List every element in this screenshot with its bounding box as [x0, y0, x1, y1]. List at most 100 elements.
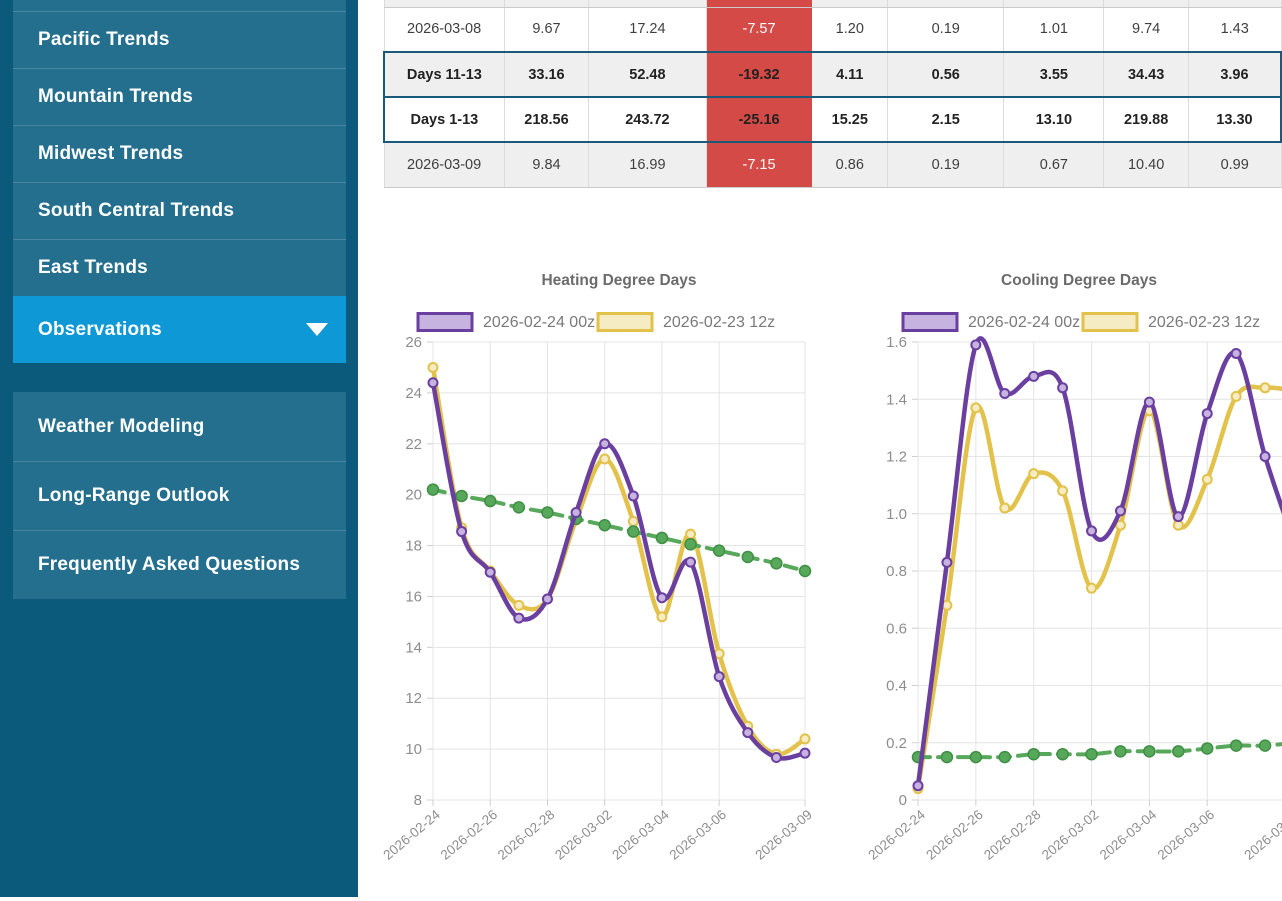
data-point-marker	[543, 594, 552, 603]
table-row: Days 11-1333.1652.48-19.324.110.563.5534…	[384, 52, 1281, 97]
data-point-marker	[742, 552, 753, 563]
data-point-marker	[1174, 512, 1183, 521]
data-point-marker	[485, 496, 496, 507]
data-point-marker	[429, 378, 438, 387]
legend-item[interactable]: 2026-02-24 00z	[903, 314, 1080, 332]
data-point-marker	[456, 490, 467, 501]
value-cell: 0.19	[888, 142, 1004, 187]
value-cell: 219.88	[1104, 97, 1189, 142]
data-point-marker	[715, 672, 724, 681]
value-cell: 1.01	[1004, 7, 1104, 52]
y-axis-tick-label: 0.6	[886, 620, 907, 637]
data-point-marker	[572, 508, 581, 517]
y-axis-tick-label: 1.2	[886, 449, 907, 466]
sidebar-item-frequently-asked-questions[interactable]: Frequently Asked Questions	[13, 530, 346, 599]
sidebar-item-observations[interactable]: Observations	[13, 296, 346, 363]
sidebar-item-label: Pacific Trends	[38, 29, 170, 51]
data-point-marker	[1202, 743, 1213, 754]
value-cell: 33.16	[504, 52, 589, 97]
data-point-marker	[801, 749, 810, 758]
data-point-marker	[1058, 383, 1067, 392]
data-point-marker	[1144, 746, 1155, 757]
data-point-marker	[657, 593, 666, 602]
data-point-marker	[771, 558, 782, 569]
legend-item[interactable]: 2026-02-24 00z	[418, 314, 595, 332]
value-cell	[589, 0, 706, 7]
data-point-marker	[1029, 469, 1038, 478]
data-point-marker	[1232, 392, 1241, 401]
x-axis-tick-label: 2026-03-09	[1241, 807, 1282, 863]
data-point-marker	[457, 527, 466, 536]
y-axis-tick-label: 16	[405, 588, 422, 605]
data-point-marker	[629, 491, 638, 500]
data-point-marker	[1087, 584, 1096, 593]
value-cell: 13.30	[1188, 97, 1281, 142]
value-cell: 15.25	[812, 97, 888, 142]
chevron-down-icon	[306, 323, 328, 336]
data-point-marker	[657, 612, 666, 621]
degree-days-table-wrap: 2026-03-089.6717.24-7.571.200.191.019.74…	[383, 0, 1282, 188]
x-axis-tick-label: 2026-03-04	[609, 806, 672, 862]
data-point-marker	[970, 752, 981, 763]
y-axis-tick-label: 1.4	[886, 391, 907, 408]
chart-canvas[interactable]: Cooling Degree Days2026-02-24 00z2026-02…	[853, 265, 1282, 893]
series-2026-02-24-00z[interactable]	[429, 378, 810, 762]
legend-item[interactable]: 2026-02-23 12z	[1083, 314, 1260, 332]
data-point-marker	[941, 752, 952, 763]
series-2026-02-23-12z[interactable]	[914, 383, 1282, 793]
sidebar-item-weather-modeling[interactable]: Weather Modeling	[13, 392, 346, 461]
value-cell: 0.56	[888, 52, 1004, 97]
value-cell: 3.55	[1004, 52, 1104, 97]
anomaly-cell: -7.57	[706, 7, 812, 52]
chart-canvas[interactable]: Heating Degree Days2026-02-24 00z2026-02…	[383, 265, 815, 893]
data-point-marker	[600, 439, 609, 448]
sidebar-item-label: South Central Trends	[38, 200, 234, 222]
sidebar-item-long-range-outlook[interactable]: Long-Range Outlook	[13, 461, 346, 530]
data-point-marker	[914, 781, 923, 790]
cooling-degree-days-chart[interactable]: Cooling Degree Days2026-02-24 00z2026-02…	[853, 265, 1282, 893]
data-point-marker	[942, 558, 951, 567]
sidebar-item-midwest-trends[interactable]: Midwest Trends	[13, 125, 346, 182]
data-point-marker	[1231, 740, 1242, 751]
y-axis-tick-label: 1.6	[886, 334, 907, 351]
heating-degree-days-chart[interactable]: Heating Degree Days2026-02-24 00z2026-02…	[383, 265, 815, 893]
value-cell: 17.24	[589, 7, 706, 52]
x-axis-tick-label: 2026-02-24	[383, 806, 443, 862]
anomaly-cell	[706, 0, 812, 7]
table-row	[384, 0, 1281, 7]
x-axis-tick-label: 2026-02-26	[923, 807, 986, 863]
data-point-marker	[629, 517, 638, 526]
data-point-marker	[428, 484, 439, 495]
legend-item[interactable]: 2026-02-23 12z	[598, 314, 775, 332]
value-cell: 1.43	[1188, 7, 1281, 52]
table-row: Days 1-13218.56243.72-25.1615.252.1513.1…	[384, 97, 1281, 142]
y-axis-tick-label: 20	[405, 487, 422, 504]
data-point-marker	[1203, 475, 1212, 484]
y-axis-tick-label: 18	[405, 538, 422, 555]
anomaly-cell: -25.16	[706, 97, 812, 142]
x-axis-tick-label: 2026-02-28	[981, 807, 1044, 863]
x-axis-tick-label: 2026-03-06	[1155, 807, 1218, 863]
sidebar-item-pacific-trends[interactable]: Pacific Trends	[13, 11, 346, 68]
data-point-marker	[600, 455, 609, 464]
sidebar-item-partial[interactable]	[13, 0, 346, 11]
sidebar-item-east-trends[interactable]: East Trends	[13, 239, 346, 296]
sidebar-nav-group-resources: Weather ModelingLong-Range OutlookFreque…	[13, 392, 346, 599]
data-point-marker	[628, 526, 639, 537]
value-cell: 2.15	[888, 97, 1004, 142]
series-2026-02-24-00z[interactable]	[914, 338, 1282, 790]
series-normals-dashed-green[interactable]	[913, 737, 1282, 762]
value-cell: 0.67	[1004, 142, 1104, 187]
sidebar-item-label: Midwest Trends	[38, 143, 183, 165]
y-axis-tick-label: 14	[405, 639, 422, 656]
sidebar-item-mountain-trends[interactable]: Mountain Trends	[13, 68, 346, 125]
value-cell: 4.11	[812, 52, 888, 97]
x-axis-tick-label: 2026-02-24	[865, 806, 928, 862]
value-cell	[888, 0, 1004, 7]
value-cell: 16.99	[589, 142, 706, 187]
degree-days-table: 2026-03-089.6717.24-7.571.200.191.019.74…	[383, 0, 1282, 188]
x-axis-tick-label: 2026-03-06	[667, 807, 730, 863]
sidebar-item-south-central-trends[interactable]: South Central Trends	[13, 182, 346, 239]
y-axis-tick-label: 0.8	[886, 563, 907, 580]
data-point-marker	[1029, 372, 1038, 381]
